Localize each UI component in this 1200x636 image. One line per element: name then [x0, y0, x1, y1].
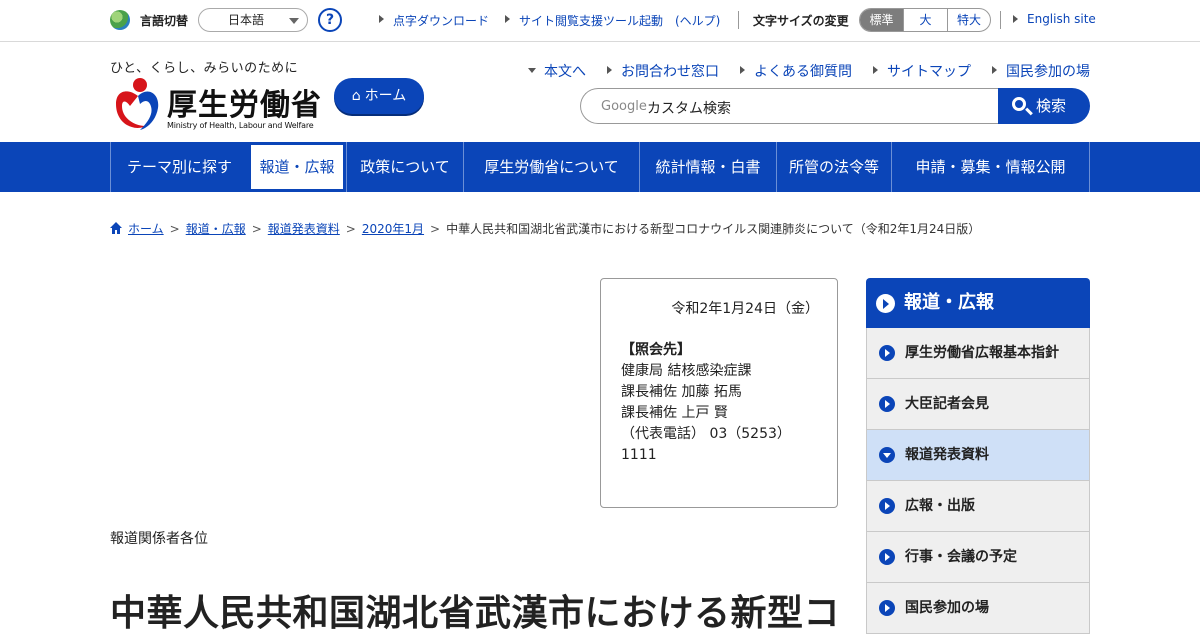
- skip-to-content-link[interactable]: 本文へ: [528, 61, 586, 81]
- arrow-circle-icon: [879, 396, 895, 412]
- side-item-events[interactable]: 行事・会議の予定: [866, 532, 1090, 583]
- breadcrumb-press-releases[interactable]: 報道発表資料: [268, 222, 340, 236]
- side-item-label: 大臣記者会見: [905, 396, 989, 412]
- search-icon: [1012, 97, 1026, 111]
- side-item-label: 広報・出版: [905, 498, 975, 514]
- divider: [738, 11, 739, 29]
- breadcrumb-separator: >: [169, 222, 180, 236]
- logo-text[interactable]: 厚生労働省: [167, 80, 322, 124]
- breadcrumb-separator: >: [345, 222, 356, 236]
- breadcrumb-separator: >: [251, 222, 262, 236]
- search-input[interactable]: Google カスタム検索: [580, 88, 1000, 124]
- gnav-statistics[interactable]: 統計情報・白書: [639, 142, 776, 192]
- home-button-label: ホーム: [364, 88, 407, 104]
- language-label: 言語切替: [140, 14, 189, 28]
- contact-line: （代表電話） 03（5253）1111: [621, 426, 791, 463]
- search-button[interactable]: 検索: [998, 88, 1090, 124]
- side-item-press-releases[interactable]: 報道発表資料: [866, 430, 1090, 481]
- accessibility-tool-link[interactable]: サイト閲覧支援ツール起動 (ヘルプ): [504, 12, 720, 29]
- font-size-label: 文字サイズの変更: [753, 14, 849, 28]
- contact-line: 課長補佐 上戸 賢: [621, 405, 728, 421]
- side-item-participation[interactable]: 国民参加の場: [866, 583, 1090, 634]
- arrow-circle-icon: [879, 600, 895, 616]
- side-item-label: 行事・会議の予定: [905, 549, 1017, 565]
- public-participation-link[interactable]: 国民参加の場: [992, 61, 1090, 81]
- side-item-label: 国民参加の場: [905, 600, 989, 616]
- side-item-label: 厚生労働省広報基本指針: [905, 345, 1059, 361]
- help-icon[interactable]: ?: [318, 8, 342, 32]
- divider: [1000, 11, 1001, 29]
- globe-icon: [110, 10, 130, 30]
- breadcrumb-separator: >: [430, 222, 441, 236]
- contact-box: 令和2年1月24日（金） 【照会先】 健康局 結核感染症課 課長補佐 加藤 拓馬…: [600, 278, 838, 508]
- breadcrumb-press[interactable]: 報道・広報: [186, 222, 246, 236]
- gnav-themes[interactable]: テーマ別に探す: [110, 142, 248, 192]
- side-item-pr-policy[interactable]: 厚生労働省広報基本指針: [866, 328, 1090, 379]
- side-item-label: 報道発表資料: [905, 447, 989, 463]
- mhlw-logo-icon[interactable]: [110, 76, 162, 132]
- gnav-about[interactable]: 厚生労働省について: [463, 142, 639, 192]
- home-button[interactable]: ⌂ ホーム: [334, 78, 424, 114]
- gnav-policy[interactable]: 政策について: [346, 142, 463, 192]
- release-date: 令和2年1月24日（金）: [671, 301, 819, 317]
- side-item-press-conference[interactable]: 大臣記者会見: [866, 379, 1090, 430]
- font-size-switcher: 標準 大 特大: [859, 8, 991, 32]
- breadcrumb: ホーム > 報道・広報 > 報道発表資料 >2020年1月 > 中華人民共和国湖北省武漢市にお…: [110, 220, 980, 237]
- breadcrumb-month[interactable]: 2020年1月: [362, 222, 424, 236]
- gnav-laws[interactable]: 所管の法令等: [776, 142, 891, 192]
- contact-line: 健康局 結核感染症課: [621, 363, 752, 379]
- side-item-publications[interactable]: 広報・出版: [866, 481, 1090, 532]
- font-size-standard-button[interactable]: 標準: [860, 9, 903, 31]
- breadcrumb-current: 中華人民共和国湖北省武漢市における新型コロナウイルス関連肺炎について（令和2年1…: [446, 222, 981, 236]
- contact-title: 【照会先】: [621, 342, 691, 358]
- gnav-applications[interactable]: 申請・募集・情報公開: [891, 142, 1090, 192]
- page-title: 中華人民共和国湖北省武漢市における新型コ: [110, 593, 841, 634]
- contact-line: 課長補佐 加藤 拓馬: [621, 384, 742, 400]
- arrow-circle-icon: [879, 498, 895, 514]
- arrow-circle-icon: [879, 345, 895, 361]
- side-nav-heading[interactable]: 報道・広報: [866, 278, 1090, 328]
- side-nav: 報道・広報 厚生労働省広報基本指針 大臣記者会見 報道発表資料 広報・出版 行事…: [866, 278, 1090, 634]
- tagline: ひと、くらし、みらいのために: [110, 61, 299, 76]
- google-brand-label: Google: [601, 99, 647, 114]
- english-site-link[interactable]: English site: [1013, 12, 1096, 26]
- logo-english: Ministry of Health, Labour and Welfare: [167, 121, 314, 130]
- breadcrumb-home[interactable]: ホーム: [128, 222, 164, 236]
- braille-download-link[interactable]: 点字ダウンロード: [378, 12, 489, 29]
- arrow-circle-icon: [879, 549, 895, 565]
- home-icon: ⌂: [351, 88, 361, 104]
- contact-link[interactable]: お問合わせ窓口: [607, 61, 719, 81]
- side-nav-heading-label: 報道・広報: [904, 292, 994, 313]
- gnav-press[interactable]: 報道・広報: [248, 142, 346, 192]
- addressee: 報道関係者各位: [110, 531, 208, 547]
- utility-bar: 言語切替 日本語 ? 点字ダウンロード サイト閲覧支援ツール起動 (ヘルプ) 文…: [0, 0, 1200, 42]
- font-size-xlarge-button[interactable]: 特大: [947, 9, 990, 31]
- global-nav: テーマ別に探す 報道・広報 政策について 厚生労働省について 統計情報・白書 所…: [0, 142, 1200, 192]
- font-size-large-button[interactable]: 大: [903, 9, 947, 31]
- search-placeholder: カスタム検索: [647, 101, 731, 117]
- home-icon: [110, 222, 122, 234]
- chevron-down-circle-icon: [879, 447, 895, 463]
- sitemap-link[interactable]: サイトマップ: [873, 61, 971, 81]
- faq-link[interactable]: よくある御質問: [740, 61, 852, 81]
- arrow-circle-icon: [876, 294, 895, 313]
- language-select[interactable]: 日本語: [198, 8, 308, 32]
- search-button-label: 検索: [1036, 97, 1067, 115]
